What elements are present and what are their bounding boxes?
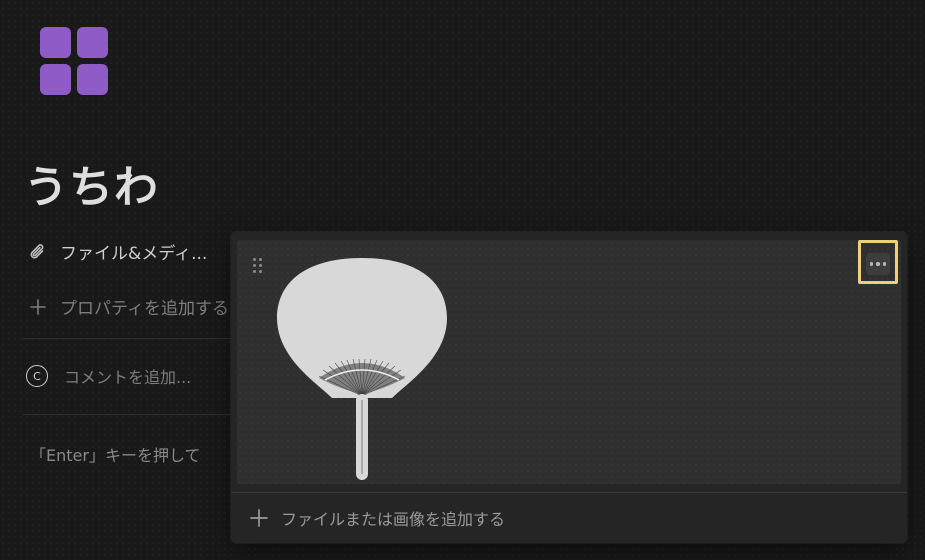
grid-icon-tile — [77, 27, 108, 58]
files-media-popover: ファイルまたは画像を追加する — [231, 232, 907, 543]
property-files-media[interactable]: ファイル&メディ... — [26, 239, 207, 264]
plus-icon — [250, 509, 268, 527]
popover-divider — [231, 492, 907, 493]
grid-icon-tile — [40, 27, 71, 58]
drag-handle-icon[interactable] — [253, 258, 265, 276]
comment-placeholder: コメントを追加... — [64, 368, 192, 387]
more-options-highlight — [858, 240, 898, 284]
page-title[interactable]: うちわ — [24, 158, 159, 218]
uchiwa-fan-image[interactable] — [277, 248, 447, 484]
more-options-icon[interactable] — [866, 253, 890, 275]
add-file-button[interactable]: ファイルまたは画像を追加する — [249, 506, 505, 530]
add-property-button[interactable]: プロパティを追加する — [26, 294, 229, 319]
add-file-label: ファイルまたは画像を追加する — [281, 510, 506, 529]
property-files-label: ファイル&メディ... — [60, 244, 208, 264]
comment-input[interactable]: C コメントを追加... — [26, 364, 191, 388]
page-icon[interactable] — [40, 27, 110, 97]
divider — [23, 414, 238, 415]
media-item[interactable] — [237, 240, 901, 484]
avatar: C — [26, 365, 48, 387]
add-property-label: プロパティを追加する — [60, 299, 229, 319]
divider — [23, 338, 238, 339]
grid-icon-tile — [77, 64, 108, 95]
grid-icon-tile — [40, 64, 71, 95]
plus-icon — [26, 295, 50, 319]
paperclip-icon — [26, 240, 50, 264]
editor-hint[interactable]: 「Enter」キーを押して — [30, 442, 200, 466]
